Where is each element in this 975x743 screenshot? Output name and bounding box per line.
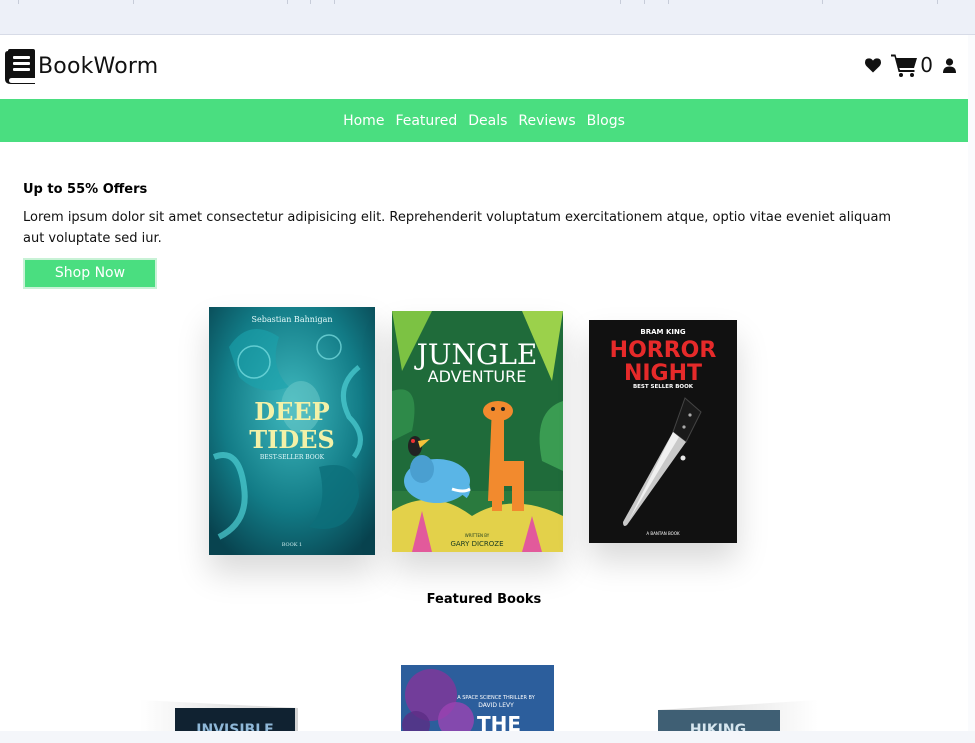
- featured-right-title: HIKING: [690, 722, 746, 731]
- cart-button[interactable]: 0: [891, 53, 933, 77]
- featured-book-center[interactable]: A SPACE SCIENCE THRILLER BY DAVID LEVY T…: [401, 665, 554, 731]
- tab-divider: [310, 0, 311, 4]
- page: BookWorm 0 Home Featured Deals Reviews B…: [0, 35, 968, 731]
- header-actions: 0: [865, 53, 956, 77]
- user-icon[interactable]: [943, 57, 956, 73]
- tab-divider: [937, 0, 938, 4]
- book-cover-deep-tides[interactable]: Sebastian Bahnigan DEEP TIDES BEST-SELLE…: [209, 307, 375, 555]
- tab-divider: [668, 0, 669, 4]
- book2-written-by: WRITTEN BY: [465, 533, 490, 538]
- shop-now-button[interactable]: Shop Now: [23, 258, 157, 289]
- nav-home[interactable]: Home: [343, 113, 384, 129]
- book1-title-line1: DEEP: [254, 397, 329, 426]
- book3-footer: A BANTAN BOOK: [646, 531, 680, 536]
- offer-banner: Up to 55% Offers Lorem ipsum dolor sit a…: [23, 182, 903, 289]
- tab-divider: [620, 0, 621, 4]
- book1-subtitle: BEST-SELLER BOOK: [260, 454, 325, 461]
- tab-divider: [334, 0, 335, 4]
- cart-icon: [891, 54, 918, 77]
- tab-divider: [644, 0, 645, 4]
- book1-title-line2: TIDES: [249, 425, 335, 454]
- offer-title: Up to 55% Offers: [23, 182, 148, 197]
- featured-book-left[interactable]: INVISIBLE: [140, 698, 298, 731]
- book-logo-icon: [5, 49, 35, 84]
- featured-center-author: DAVID LEVY: [478, 702, 514, 709]
- site-header: BookWorm 0: [0, 35, 968, 99]
- cart-count: 0: [920, 53, 933, 77]
- bottom-bar: [0, 731, 975, 743]
- featured-left-title: INVISIBLE: [196, 722, 273, 731]
- tab-divider: [287, 0, 288, 4]
- brand-name: BookWorm: [38, 53, 159, 79]
- featured-center-title: THE: [477, 712, 521, 731]
- book-cover-horror-night[interactable]: BRAM KING HORROR NIGHT BEST SELLER BOOK …: [589, 320, 737, 543]
- book3-title-line1: HORROR: [610, 338, 717, 363]
- tab-divider: [822, 0, 823, 4]
- nav-reviews[interactable]: Reviews: [518, 113, 575, 129]
- book2-author: GARY DICROZE: [450, 540, 503, 548]
- book3-title-line2: NIGHT: [624, 361, 702, 386]
- nav-blogs[interactable]: Blogs: [587, 113, 625, 129]
- tab-divider: [133, 0, 134, 4]
- book1-author: Sebastian Bahnigan: [251, 315, 332, 324]
- heart-icon[interactable]: [865, 57, 882, 73]
- featured-center-tagline: A SPACE SCIENCE THRILLER BY: [457, 695, 535, 701]
- browser-tab-strip: [0, 0, 975, 35]
- brand-logo[interactable]: BookWorm: [4, 48, 158, 84]
- tab-divider: [18, 0, 19, 4]
- book3-author: BRAM KING: [640, 328, 685, 336]
- scrollbar-gutter: [968, 35, 975, 743]
- book1-footer: BOOK 1: [282, 542, 302, 548]
- featured-books-heading: Featured Books: [426, 592, 542, 607]
- book2-title-line2: ADVENTURE: [428, 367, 527, 386]
- nav-featured[interactable]: Featured: [395, 113, 457, 129]
- offer-description: Lorem ipsum dolor sit amet consectetur a…: [23, 210, 892, 246]
- book-cover-jungle-adventure[interactable]: JUNGLE ADVENTURE WRITTEN BY GARY DICROZE: [392, 311, 563, 552]
- nav-deals[interactable]: Deals: [468, 113, 507, 129]
- main-nav: Home Featured Deals Reviews Blogs: [0, 99, 968, 142]
- featured-book-right[interactable]: HIKING: [658, 698, 818, 731]
- book3-subtitle: BEST SELLER BOOK: [633, 384, 694, 390]
